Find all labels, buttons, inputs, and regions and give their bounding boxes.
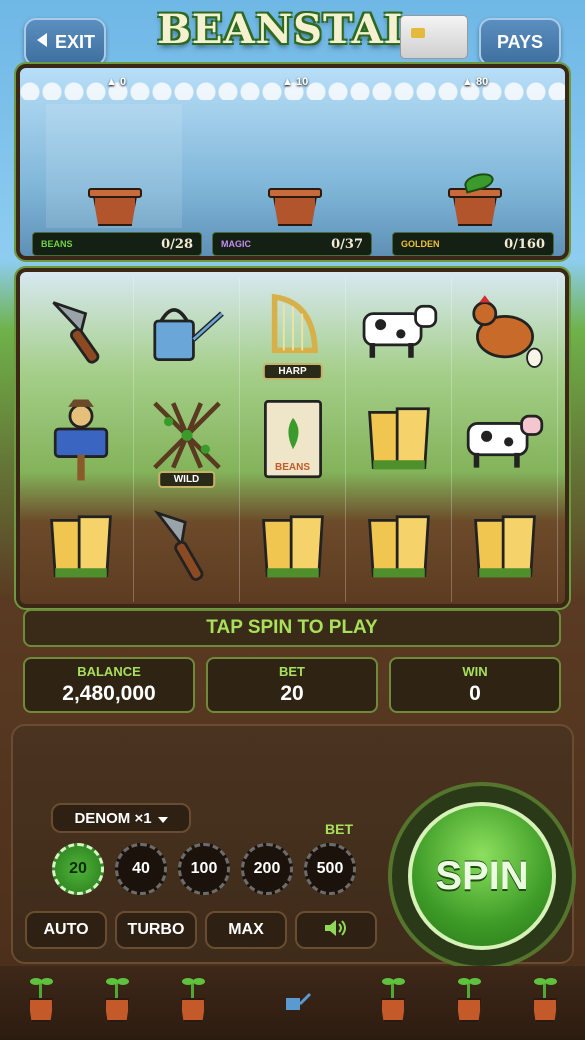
progress-marker: ▲ 10	[282, 76, 309, 88]
win-value: 0	[469, 682, 481, 705]
meter-label: BEANS	[41, 239, 73, 249]
meter-count: 0/37	[331, 236, 363, 252]
balance-label: BALANCE	[77, 664, 141, 679]
reel-cell	[452, 278, 558, 386]
bet-chip-500[interactable]: 500	[304, 843, 356, 895]
top-bar: EXIT BEANSTAL PAYS	[0, 0, 585, 70]
wild-tag: WILD	[157, 471, 216, 488]
exit-button[interactable]: EXIT	[24, 18, 106, 66]
beans-meter: BEANS 0/28	[32, 232, 202, 256]
status-message: TAP SPIN TO PLAY	[23, 609, 561, 647]
bet-chip-40[interactable]: 40	[115, 843, 167, 895]
gardening-gloves-icon	[261, 515, 324, 578]
meter-count: 0/160	[504, 236, 545, 252]
max-bet-button[interactable]: MAX	[205, 911, 287, 949]
harp-tag: HARP	[262, 363, 323, 380]
denom-dropdown[interactable]: DENOM ×1	[51, 803, 191, 833]
reel-cell	[346, 386, 452, 494]
scarecrow-icon	[53, 399, 108, 481]
sound-button[interactable]	[295, 911, 377, 949]
watering-can-icon	[152, 308, 224, 361]
bet-value: 20	[280, 682, 304, 705]
bet-chip-100[interactable]: 100	[178, 843, 230, 895]
flower-pot-icon	[88, 188, 142, 228]
reel-cell	[28, 278, 134, 386]
turbo-button[interactable]: TURBO	[115, 911, 197, 949]
back-arrow-icon	[35, 32, 49, 53]
reel-cell	[134, 494, 240, 602]
sprout-pot-icon	[530, 976, 560, 1026]
spin-button-ring: SPIN	[392, 786, 572, 966]
reel-cell	[28, 386, 134, 494]
reel-cell	[240, 494, 346, 602]
bean-progress-panel: ▲ 0 ▲ 10 ▲ 80 BEANS 0/28 MAGIC 0/37 GOLD…	[16, 64, 569, 260]
meter-label: MAGIC	[221, 239, 251, 249]
win-label: WIN	[462, 664, 488, 679]
reel-area: HARP WILD BEANS	[16, 268, 569, 608]
hen-icon	[471, 295, 543, 368]
exit-label: EXIT	[54, 31, 95, 52]
win-panel: WIN 0	[389, 657, 561, 713]
sprouting-pot-icon	[448, 170, 502, 228]
reel-cell	[452, 494, 558, 602]
bet-panel: BET 20	[206, 657, 378, 713]
trowel-icon	[153, 510, 203, 581]
speaker-icon	[323, 918, 349, 943]
balance-panel: BALANCE 2,480,000	[23, 657, 195, 713]
trowel-icon	[51, 301, 99, 364]
bet-chip-200[interactable]: 200	[241, 843, 293, 895]
reel-cell: HARP	[240, 278, 346, 386]
sprout-pot-icon	[454, 976, 484, 1026]
packet-label: BEANS	[274, 462, 311, 473]
cow-icon	[466, 414, 543, 468]
reel-cell: BEANS	[240, 386, 346, 494]
gardening-gloves-icon	[367, 515, 430, 578]
reel-cell: WILD	[134, 386, 240, 494]
reel-cell	[452, 386, 558, 494]
meter-count: 0/28	[161, 236, 193, 252]
spin-button[interactable]: SPIN	[408, 802, 556, 950]
reel-cell	[28, 494, 134, 602]
reel-grid: HARP WILD BEANS	[28, 278, 558, 602]
reel-cell	[134, 278, 240, 386]
reel-cell	[346, 494, 452, 602]
reel-cell	[346, 278, 452, 386]
balance-value: 2,480,000	[62, 682, 156, 705]
pays-button[interactable]: PAYS	[479, 18, 561, 66]
auto-button[interactable]: AUTO	[25, 911, 107, 949]
cow-icon	[362, 304, 437, 358]
golden-meter: GOLDEN 0/160	[392, 232, 554, 256]
sprout-pot-icon	[26, 976, 56, 1026]
bet-chip-20[interactable]: 20	[52, 843, 104, 895]
gardening-gloves-icon	[367, 407, 430, 470]
sprout-pot-icon	[178, 976, 208, 1026]
bet-label: BET	[279, 664, 305, 679]
chevron-down-icon	[157, 810, 168, 827]
sprout-pot-icon	[102, 976, 132, 1026]
bet-options-label: BET	[325, 821, 353, 837]
game-title: BEANSTAL	[157, 6, 413, 53]
progress-marker: ▲ 0	[106, 76, 127, 88]
progress-marker: ▲ 80	[462, 76, 489, 88]
flower-pot-icon	[268, 188, 322, 228]
sprout-pot-icon	[378, 976, 408, 1026]
meter-label: GOLDEN	[401, 239, 440, 249]
bank-card-icon[interactable]	[400, 15, 468, 59]
gardening-gloves-icon	[473, 515, 536, 578]
gardening-gloves-icon	[49, 515, 112, 578]
watering-can-icon	[284, 990, 312, 1017]
denom-label: DENOM ×1	[74, 809, 152, 827]
magic-meter: MAGIC 0/37	[212, 232, 372, 256]
